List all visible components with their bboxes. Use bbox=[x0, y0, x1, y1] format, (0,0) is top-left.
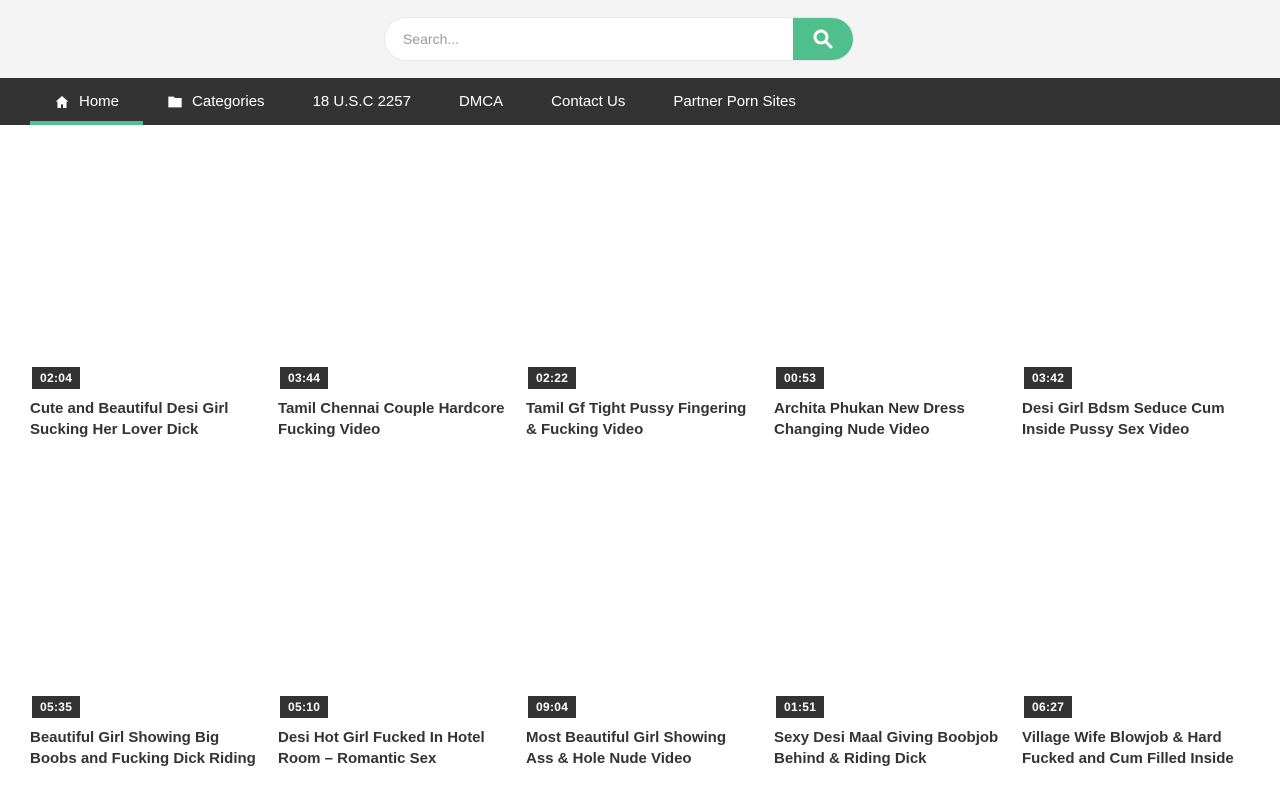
nav-item-label: Partner Porn Sites bbox=[673, 93, 796, 110]
video-title[interactable]: Desi Girl Bdsm Seduce Cum Inside Pussy S… bbox=[1022, 398, 1250, 440]
video-thumbnail[interactable]: 09:04 bbox=[526, 472, 754, 721]
video-grid: 02:04 Cute and Beautiful Desi Girl Sucki… bbox=[30, 143, 1250, 769]
nav-item-label: DMCA bbox=[459, 93, 503, 110]
video-thumbnail[interactable]: 05:35 bbox=[30, 472, 258, 721]
video-card[interactable]: 03:42 Desi Girl Bdsm Seduce Cum Inside P… bbox=[1022, 143, 1250, 440]
nav-item-label: Home bbox=[79, 93, 119, 110]
video-title[interactable]: Most Beautiful Girl Showing Ass & Hole N… bbox=[526, 727, 754, 769]
video-thumbnail[interactable]: 05:10 bbox=[278, 472, 506, 721]
nav-item-partner-sites[interactable]: Partner Porn Sites bbox=[649, 78, 820, 125]
nav-item-categories[interactable]: Categories bbox=[143, 78, 289, 125]
duration-badge: 03:42 bbox=[1024, 367, 1072, 389]
duration-badge: 00:53 bbox=[776, 367, 824, 389]
video-thumbnail[interactable]: 03:42 bbox=[1022, 143, 1250, 392]
search-input[interactable] bbox=[385, 18, 793, 60]
search-icon bbox=[811, 27, 835, 51]
duration-badge: 01:51 bbox=[776, 696, 824, 718]
home-icon bbox=[54, 94, 70, 110]
folder-icon bbox=[167, 94, 183, 110]
video-card[interactable]: 06:27 Village Wife Blowjob & Hard Fucked… bbox=[1022, 472, 1250, 769]
video-card[interactable]: 02:04 Cute and Beautiful Desi Girl Sucki… bbox=[30, 143, 258, 440]
video-card[interactable]: 00:53 Archita Phukan New Dress Changing … bbox=[774, 143, 1002, 440]
duration-badge: 02:04 bbox=[32, 367, 80, 389]
nav-item-dmca[interactable]: DMCA bbox=[435, 78, 527, 125]
duration-badge: 02:22 bbox=[528, 367, 576, 389]
nav-item-2257[interactable]: 18 U.S.C 2257 bbox=[289, 78, 435, 125]
video-title[interactable]: Cute and Beautiful Desi Girl Sucking Her… bbox=[30, 398, 258, 440]
duration-badge: 05:10 bbox=[280, 696, 328, 718]
video-thumbnail[interactable]: 00:53 bbox=[774, 143, 1002, 392]
video-thumbnail[interactable]: 01:51 bbox=[774, 472, 1002, 721]
main-nav: Home Categories 18 U.S.C 2257 DMCA Conta… bbox=[0, 78, 1280, 125]
video-title[interactable]: Village Wife Blowjob & Hard Fucked and C… bbox=[1022, 727, 1250, 769]
video-title[interactable]: Sexy Desi Maal Giving Boobjob Behind & R… bbox=[774, 727, 1002, 769]
nav-item-home[interactable]: Home bbox=[30, 78, 143, 125]
video-card[interactable]: 01:51 Sexy Desi Maal Giving Boobjob Behi… bbox=[774, 472, 1002, 769]
content-area: 02:04 Cute and Beautiful Desi Girl Sucki… bbox=[0, 125, 1280, 769]
video-card[interactable]: 05:35 Beautiful Girl Showing Big Boobs a… bbox=[30, 472, 258, 769]
video-title[interactable]: Archita Phukan New Dress Changing Nude V… bbox=[774, 398, 1002, 440]
top-header bbox=[0, 0, 1280, 78]
duration-badge: 06:27 bbox=[1024, 696, 1072, 718]
video-thumbnail[interactable]: 02:22 bbox=[526, 143, 754, 392]
video-title[interactable]: Tamil Chennai Couple Hardcore Fucking Vi… bbox=[278, 398, 506, 440]
nav-item-contact-us[interactable]: Contact Us bbox=[527, 78, 649, 125]
video-card[interactable]: 03:44 Tamil Chennai Couple Hardcore Fuck… bbox=[278, 143, 506, 440]
nav-item-label: 18 U.S.C 2257 bbox=[313, 93, 411, 110]
video-thumbnail[interactable]: 03:44 bbox=[278, 143, 506, 392]
video-thumbnail[interactable]: 06:27 bbox=[1022, 472, 1250, 721]
nav-item-label: Categories bbox=[192, 93, 265, 110]
video-card[interactable]: 09:04 Most Beautiful Girl Showing Ass & … bbox=[526, 472, 754, 769]
search-button[interactable] bbox=[793, 18, 853, 60]
video-title[interactable]: Tamil Gf Tight Pussy Fingering & Fucking… bbox=[526, 398, 754, 440]
duration-badge: 09:04 bbox=[528, 696, 576, 718]
search-form bbox=[384, 17, 854, 61]
video-card[interactable]: 05:10 Desi Hot Girl Fucked In Hotel Room… bbox=[278, 472, 506, 769]
video-title[interactable]: Desi Hot Girl Fucked In Hotel Room – Rom… bbox=[278, 727, 506, 769]
video-title[interactable]: Beautiful Girl Showing Big Boobs and Fuc… bbox=[30, 727, 258, 769]
duration-badge: 05:35 bbox=[32, 696, 80, 718]
nav-item-label: Contact Us bbox=[551, 93, 625, 110]
video-card[interactable]: 02:22 Tamil Gf Tight Pussy Fingering & F… bbox=[526, 143, 754, 440]
duration-badge: 03:44 bbox=[280, 367, 328, 389]
video-thumbnail[interactable]: 02:04 bbox=[30, 143, 258, 392]
